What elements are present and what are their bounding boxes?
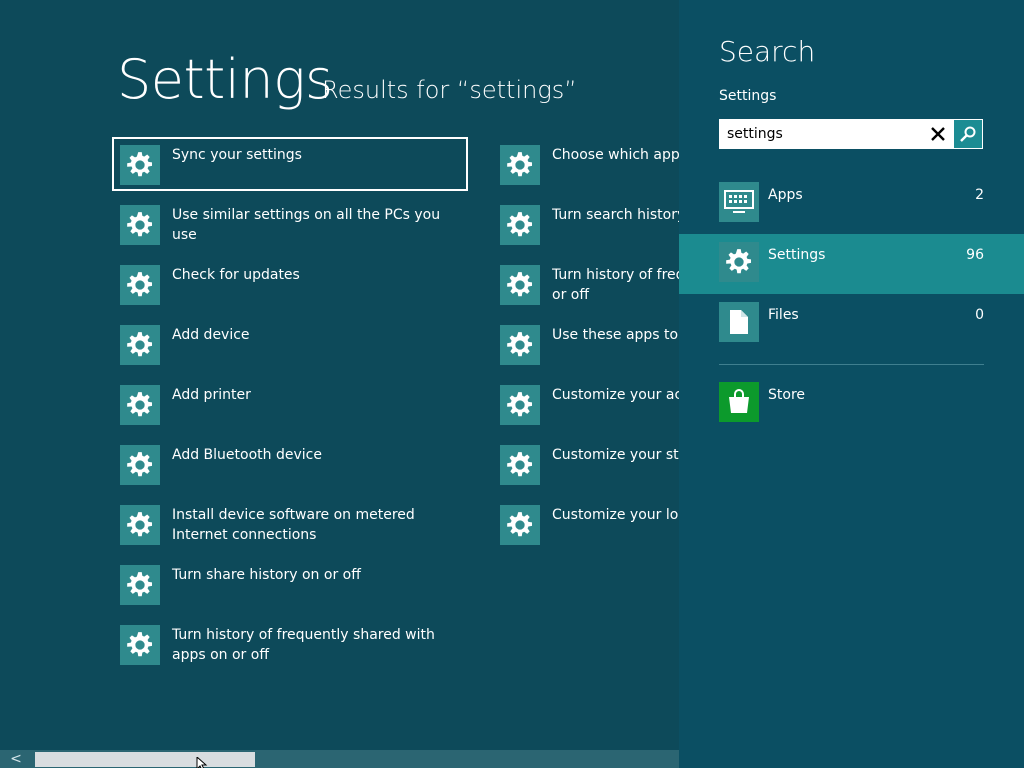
- gear-icon: [120, 205, 160, 245]
- gear-icon: [120, 385, 160, 425]
- result-label: Turn history of frequently shared with a…: [172, 627, 435, 663]
- result-item[interactable]: Choose which apps a: [494, 139, 679, 189]
- result-label-line1: Turn history of frequ: [552, 267, 679, 283]
- result-label: Turn share history on or off: [172, 567, 361, 583]
- gear-icon: [719, 242, 759, 282]
- result-label: Customize your lock: [552, 507, 679, 523]
- gear-icon: [500, 145, 540, 185]
- gear-icon: [120, 325, 160, 365]
- gear-icon: [500, 445, 540, 485]
- search-box[interactable]: [719, 119, 983, 149]
- gear-icon: [120, 445, 160, 485]
- result-label: Turn search history o: [552, 207, 679, 223]
- result-label: Use similar settings on all the PCs you …: [172, 207, 441, 243]
- search-category-files[interactable]: Files 0: [679, 294, 1024, 354]
- result-item[interactable]: Install device software on metered Inter…: [114, 499, 466, 549]
- result-item[interactable]: Customize your lock: [494, 499, 679, 549]
- result-item[interactable]: Use similar settings on all the PCs you …: [114, 199, 466, 249]
- result-label: Add printer: [172, 387, 251, 403]
- result-item[interactable]: Turn search history o: [494, 199, 679, 249]
- search-category-store[interactable]: Store: [679, 374, 1024, 434]
- horizontal-scrollbar[interactable]: <: [0, 750, 679, 768]
- result-item[interactable]: Add device: [114, 319, 466, 369]
- keyboard-icon: [719, 182, 759, 222]
- result-label: Add Bluetooth device: [172, 447, 322, 463]
- results-pane: Settings Results for “settings” Sync you…: [0, 0, 679, 768]
- result-label: Turn history of frequ or off: [552, 265, 679, 305]
- result-item[interactable]: Add printer: [114, 379, 466, 429]
- category-count: 96: [966, 247, 984, 263]
- gear-icon: [120, 505, 160, 545]
- mouse-cursor-icon: [196, 755, 210, 768]
- result-item[interactable]: Sync your settings: [112, 137, 468, 191]
- result-item[interactable]: Add Bluetooth device: [114, 439, 466, 489]
- category-count: 2: [975, 187, 984, 203]
- shopping-bag-icon: [719, 382, 759, 422]
- category-count: 0: [975, 307, 984, 323]
- result-label: Customize your acco: [552, 387, 679, 403]
- result-item[interactable]: Turn history of frequ or off: [494, 259, 679, 309]
- result-label: Use these apps to se: [552, 327, 679, 343]
- gear-icon: [500, 325, 540, 365]
- search-charm-pane: Search Settings Apps 2 Settings 96 Files…: [679, 0, 1024, 768]
- result-label: Sync your settings: [172, 147, 302, 163]
- result-item[interactable]: Turn share history on or off: [114, 559, 466, 609]
- gear-icon: [120, 625, 160, 665]
- search-pane-title: Search: [719, 35, 816, 68]
- search-scope-label: Settings: [719, 88, 777, 104]
- category-label: Files: [768, 307, 799, 323]
- gear-icon: [500, 505, 540, 545]
- search-category-apps[interactable]: Apps 2: [679, 174, 1024, 234]
- gear-icon: [120, 565, 160, 605]
- result-item[interactable]: Customize your acco: [494, 379, 679, 429]
- search-button[interactable]: [954, 120, 982, 148]
- gear-icon: [120, 265, 160, 305]
- clear-search-icon[interactable]: [928, 124, 948, 144]
- gear-icon: [500, 385, 540, 425]
- search-category-settings[interactable]: Settings 96: [679, 234, 1024, 294]
- category-label: Apps: [768, 187, 803, 203]
- scroll-left-arrow[interactable]: <: [8, 751, 24, 767]
- category-label: Settings: [768, 247, 826, 263]
- result-label: Customize your star: [552, 447, 679, 463]
- result-item[interactable]: Use these apps to se: [494, 319, 679, 369]
- search-input[interactable]: [727, 123, 923, 145]
- gear-icon: [500, 205, 540, 245]
- result-label: Install device software on metered Inter…: [172, 507, 415, 543]
- result-item[interactable]: Check for updates: [114, 259, 466, 309]
- gear-icon: [500, 265, 540, 305]
- results-subtitle: Results for “settings”: [322, 76, 577, 104]
- file-icon: [719, 302, 759, 342]
- result-label: Add device: [172, 327, 250, 343]
- scroll-thumb[interactable]: [35, 752, 255, 767]
- page-title: Settings: [117, 48, 333, 111]
- result-item[interactable]: Turn history of frequently shared with a…: [114, 619, 466, 669]
- result-item[interactable]: Customize your star: [494, 439, 679, 489]
- category-label: Store: [768, 387, 806, 403]
- result-label-line2: or off: [552, 287, 589, 303]
- search-icon: [960, 126, 976, 142]
- gear-icon: [120, 145, 160, 185]
- result-label: Choose which apps a: [552, 147, 679, 163]
- result-label: Check for updates: [172, 267, 300, 283]
- divider: [719, 364, 984, 365]
